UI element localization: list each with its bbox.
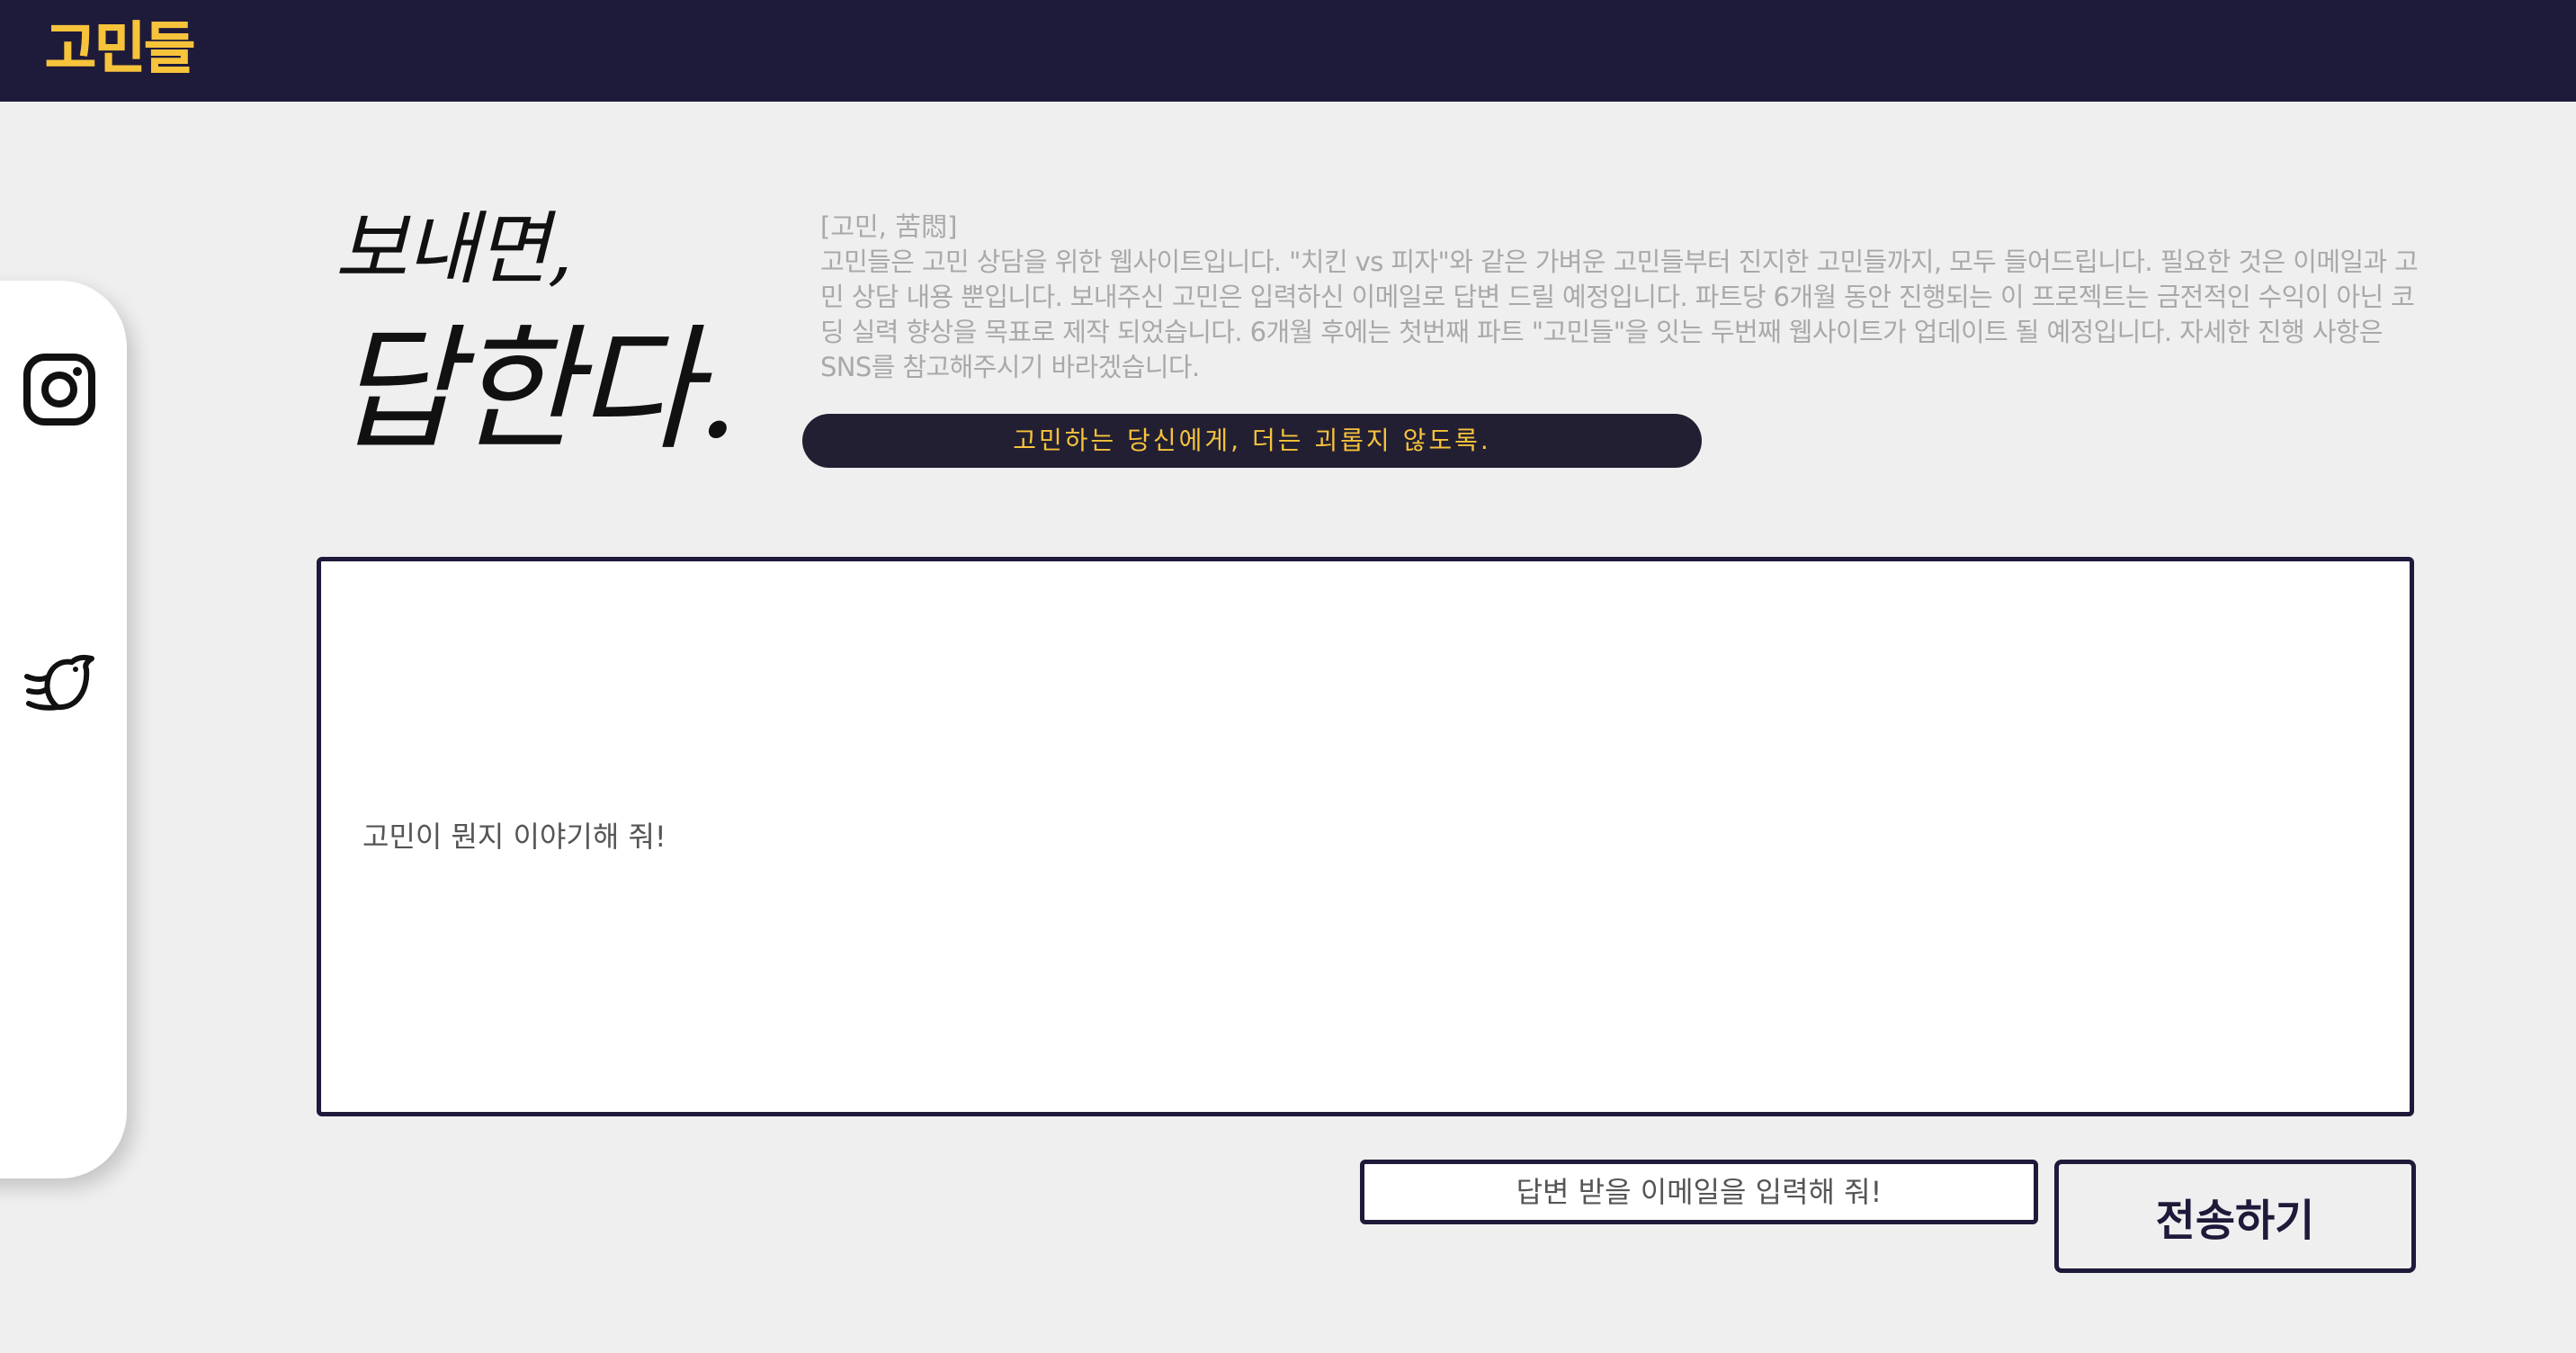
site-logo[interactable]: 고민들 — [44, 13, 195, 85]
hero-line-answer: 답한다. — [335, 312, 739, 469]
description-title: [고민, 苦悶] — [820, 211, 958, 242]
twitter-bird-icon[interactable] — [22, 650, 97, 725]
email-input[interactable] — [1360, 1160, 2038, 1224]
slogan-banner: 고민하는 당신에게, 더는 괴롭지 않도록. — [802, 414, 1702, 468]
instagram-icon[interactable] — [22, 353, 96, 426]
description-text: 고민들은 고민 상담을 위한 웹사이트입니다. "치킨 vs 피자"와 같은 가… — [820, 246, 2419, 382]
top-header: 고민들 — [0, 0, 2576, 102]
hero-line-send: 보내면, — [335, 202, 573, 295]
concern-textarea[interactable] — [317, 557, 2414, 1116]
submit-button[interactable]: 전송하기 — [2054, 1160, 2416, 1273]
